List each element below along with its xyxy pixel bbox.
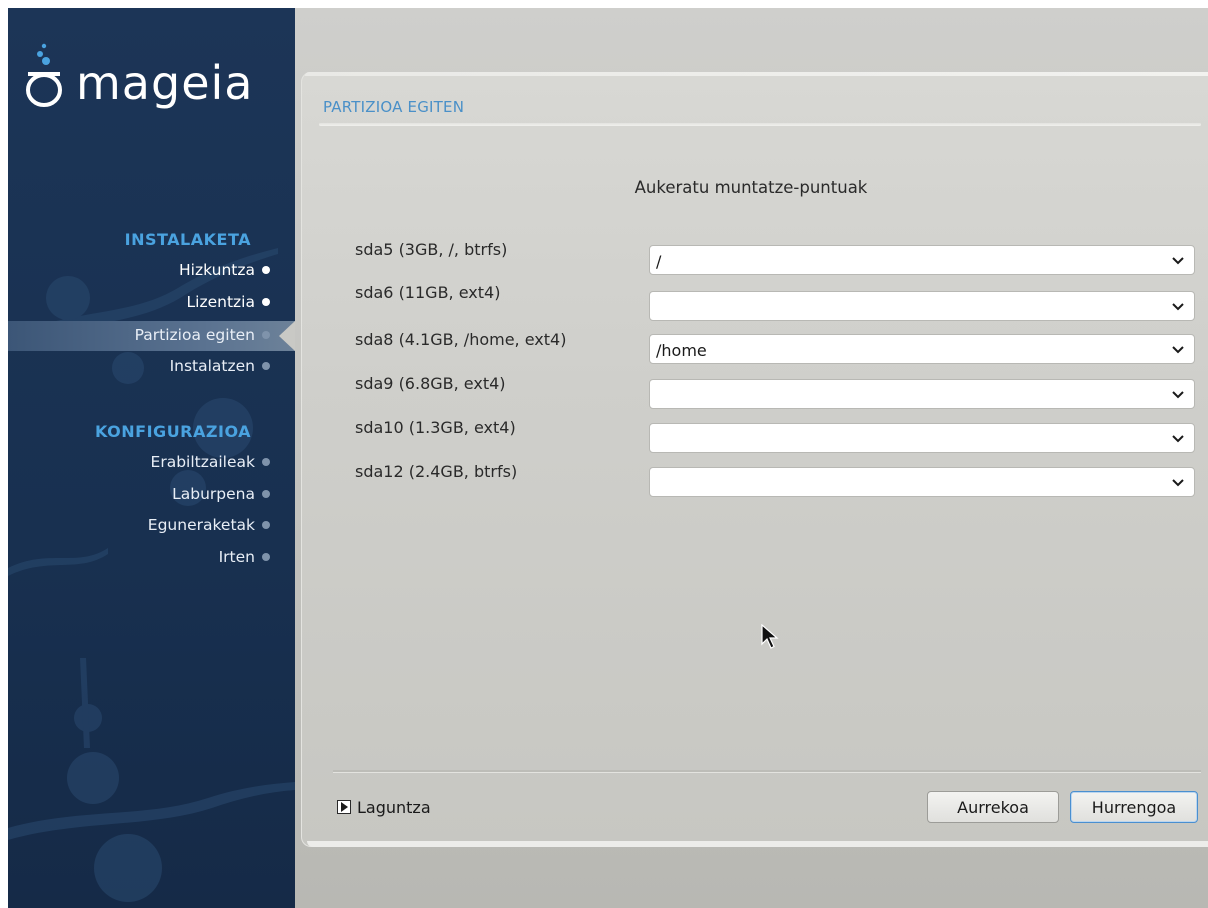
mouse-pointer-icon	[761, 624, 779, 649]
step-pending-dot	[262, 490, 270, 498]
previous-button[interactable]: Aurrekoa	[927, 791, 1059, 823]
next-button[interactable]: Hurrengoa	[1070, 791, 1198, 823]
step-done-dot	[262, 266, 270, 274]
mountpoint-combo-sda8[interactable]: /home	[649, 334, 1195, 364]
logo-text: mageia	[76, 56, 254, 110]
section-title-instalaketa: INSTALAKETA	[124, 230, 251, 249]
sidebar-item-label: Lizentzia	[186, 293, 255, 311]
mountpoint-value[interactable]: /home	[656, 341, 707, 360]
expander-triangle-icon[interactable]	[337, 800, 351, 814]
installer-screen: mageia INSTALAKETA Hizkuntza Lizentzia P…	[8, 8, 1208, 908]
panel-top-highlight	[305, 72, 1208, 76]
mountpoint-combo-sda9[interactable]	[649, 379, 1195, 409]
section-title-konfigurazioa: KONFIGURAZIOA	[95, 422, 251, 441]
sidebar-item-eguneraketak: Eguneraketak	[147, 511, 270, 539]
sidebar-item-lizentzia: Lizentzia	[186, 288, 270, 316]
sidebar-item-partizioa-egiten: Partizioa egiten	[134, 321, 270, 349]
sidebar-item-label: Instalatzen	[169, 357, 255, 375]
partition-label-sda12: sda12 (2.4GB, btrfs)	[355, 462, 518, 481]
panel-bottom-highlight	[307, 841, 1208, 847]
mountpoint-combo-sda6[interactable]	[649, 291, 1195, 321]
page-heading: Aukeratu muntatze-puntuak	[634, 178, 868, 197]
help-label[interactable]: Laguntza	[357, 798, 431, 817]
step-pending-dot	[262, 362, 270, 370]
sidebar-item-erabiltzaileak: Erabiltzaileak	[150, 448, 270, 476]
step-pending-dot	[262, 553, 270, 561]
sidebar-item-label: Laburpena	[172, 485, 255, 503]
mountpoint-combo-sda10[interactable]	[649, 423, 1195, 453]
footer-divider	[333, 770, 1201, 773]
partition-label-sda6: sda6 (11GB, ext4)	[355, 283, 501, 302]
active-step-notch	[279, 321, 295, 351]
mountpoint-combo-sda5[interactable]: /	[649, 245, 1195, 275]
sidebar-item-label: Hizkuntza	[179, 261, 255, 279]
main-panel: PARTIZIOA EGITEN Aukeratu muntatze-puntu…	[301, 72, 1208, 847]
step-active-dot	[262, 331, 270, 339]
mountpoint-value[interactable]: /	[656, 252, 661, 271]
sidebar-item-label: Erabiltzaileak	[150, 453, 255, 471]
title-divider	[319, 123, 1201, 126]
step-done-dot	[262, 298, 270, 306]
chevron-down-icon[interactable]	[1172, 302, 1184, 312]
step-pending-dot	[262, 521, 270, 529]
sidebar-item-laburpena: Laburpena	[172, 480, 270, 508]
sidebar-item-hizkuntza: Hizkuntza	[179, 256, 270, 284]
step-pending-dot	[262, 458, 270, 466]
step-title: PARTIZIOA EGITEN	[323, 98, 465, 116]
chevron-down-icon[interactable]	[1172, 256, 1184, 266]
sidebar-item-irten: Irten	[218, 543, 270, 571]
sidebar-item-label: Irten	[218, 548, 255, 566]
chevron-down-icon[interactable]	[1172, 345, 1184, 355]
chevron-down-icon[interactable]	[1172, 478, 1184, 488]
chevron-down-icon[interactable]	[1172, 390, 1184, 400]
mageia-logo: mageia	[22, 42, 292, 122]
partition-label-sda9: sda9 (6.8GB, ext4)	[355, 374, 506, 393]
sidebar-item-instalatzen: Instalatzen	[169, 352, 270, 380]
partition-label-sda8: sda8 (4.1GB, /home, ext4)	[355, 330, 567, 349]
sidebar-item-label: Eguneraketak	[147, 516, 255, 534]
mageia-cauldron-icon	[26, 43, 62, 107]
partition-label-sda10: sda10 (1.3GB, ext4)	[355, 418, 516, 437]
chevron-down-icon[interactable]	[1172, 434, 1184, 444]
sidebar: mageia INSTALAKETA Hizkuntza Lizentzia P…	[8, 8, 295, 908]
sidebar-item-label: Partizioa egiten	[134, 326, 255, 344]
partition-label-sda5: sda5 (3GB, /, btrfs)	[355, 240, 508, 259]
mountpoint-combo-sda12[interactable]	[649, 467, 1195, 497]
